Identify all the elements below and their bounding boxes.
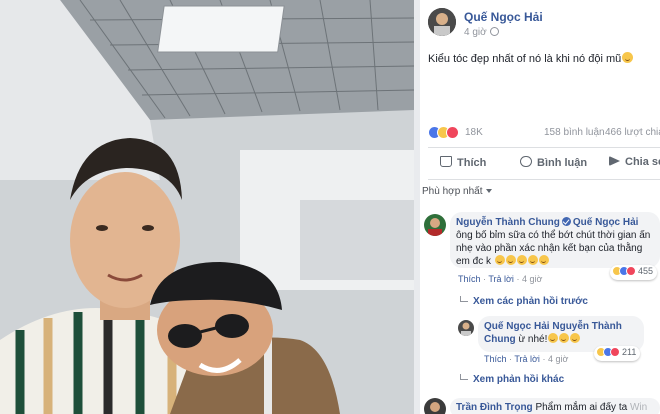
comment-text: ông bố bỉm sữa có thể bớt chút thời gian…	[456, 230, 651, 267]
comment-time[interactable]: 4 giờ	[522, 274, 542, 284]
comment-reaction-count: 455	[638, 266, 654, 276]
love-reaction-icon	[626, 266, 636, 276]
share-icon	[609, 156, 620, 166]
comment-like-link[interactable]: Thích	[458, 274, 481, 284]
love-reaction-icon	[446, 126, 459, 139]
post-action-bar: Thích Bình luận Chia sẻ	[428, 150, 660, 178]
comment-count[interactable]: 158 bình luận	[544, 127, 605, 138]
reply-like-link[interactable]: Thích	[484, 354, 507, 364]
reply-time[interactable]: 4 giờ	[548, 354, 568, 364]
divider	[428, 179, 660, 180]
like-button[interactable]: Thích	[440, 156, 486, 169]
share-button[interactable]: Chia sẻ	[609, 156, 660, 168]
reply-reply-link[interactable]: Trả lời	[514, 354, 540, 364]
divider	[428, 147, 660, 148]
reply-author-avatar[interactable]	[458, 320, 474, 336]
like-button-label: Thích	[457, 157, 487, 169]
view-more-replies-label: Xem phản hồi khác	[473, 374, 565, 385]
globe-icon	[489, 27, 499, 36]
comment-reactions[interactable]: 455	[610, 265, 658, 280]
comment-bubble: Trần Đình Trọng Phẩm mắm ai đấy ta Win	[450, 398, 660, 414]
emoji-row	[547, 333, 581, 345]
laughing-emoji-icon	[516, 255, 527, 265]
commenter-avatar[interactable]	[424, 398, 446, 414]
post-author-name[interactable]: Quế Ngọc Hải	[464, 10, 543, 24]
post-time[interactable]: 4 giờ	[464, 27, 487, 38]
avatar-image	[428, 8, 456, 36]
view-more-replies-link[interactable]: Xem phản hồi khác	[460, 374, 564, 385]
reply-reaction-count: 211	[622, 347, 637, 357]
comment-button-label: Bình luận	[537, 157, 588, 169]
post-timestamp[interactable]: 4 giờ	[464, 27, 499, 38]
facebook-post-viewer: Quế Ngọc Hải 4 giờ Kiểu tóc đẹp nhất of …	[0, 0, 660, 414]
laughing-emoji-icon	[494, 255, 505, 265]
laughing-emoji-icon	[538, 255, 549, 265]
love-reaction-icon	[610, 347, 620, 357]
post-panel: Quế Ngọc Hải 4 giờ Kiểu tóc đẹp nhất of …	[420, 0, 660, 414]
verified-icon	[561, 217, 571, 226]
comment-icon	[520, 156, 532, 167]
comment-mention[interactable]: Quế Ngọc Hải	[573, 217, 639, 228]
avatar-image	[458, 320, 474, 336]
watermark-text: Win	[629, 402, 648, 413]
comment-author[interactable]: Trần Đình Trọng	[456, 402, 533, 413]
commenter-avatar[interactable]	[424, 214, 446, 236]
comment-sort-dropdown[interactable]: Phù hợp nhất	[422, 186, 492, 197]
comment-text: Phẩm mắm ai đấy ta	[535, 402, 628, 413]
laughing-emoji-icon	[527, 255, 538, 265]
selfie-illustration	[0, 0, 414, 414]
reaction-count[interactable]: 18K	[465, 127, 483, 138]
laughing-emoji-icon	[559, 333, 570, 343]
post-header: Quế Ngọc Hải 4 giờ	[428, 8, 660, 40]
sort-label: Phù hợp nhất	[422, 186, 483, 197]
post-photo[interactable]	[0, 0, 414, 414]
reply-text: ừ nhé!	[518, 334, 548, 345]
avatar-image	[424, 398, 446, 414]
laughing-emoji-icon	[548, 333, 559, 343]
caret-down-icon	[485, 189, 492, 193]
laughing-emoji-icon	[570, 333, 581, 343]
laughing-emoji-icon	[505, 255, 516, 265]
reply-arrow-icon	[460, 374, 468, 380]
comment-author[interactable]: Nguyễn Thành Chung	[456, 217, 560, 228]
comment-button[interactable]: Bình luận	[520, 156, 587, 169]
post-stats: 18K 158 bình luận 466 lượt chia sẻ	[428, 126, 660, 142]
avatar-image	[424, 214, 446, 236]
view-previous-replies-label: Xem các phản hồi trước	[473, 296, 588, 307]
laughing-emoji-icon	[622, 52, 634, 63]
reply-footer: Thích · Trả lời · 4 giờ	[484, 354, 569, 364]
author-avatar[interactable]	[428, 8, 456, 36]
post-text-body: Kiểu tóc đẹp nhất of nó là khi nó đội mũ	[428, 53, 622, 65]
share-button-label: Chia sẻ	[625, 156, 660, 168]
post-text: Kiểu tóc đẹp nhất of nó là khi nó đội mũ	[428, 52, 634, 65]
view-previous-replies-link[interactable]: Xem các phản hồi trước	[460, 296, 588, 307]
comment-footer: Thích · Trả lời · 4 giờ	[458, 274, 543, 284]
reply-author[interactable]: Quế Ngọc Hải	[484, 321, 550, 332]
emoji-row	[494, 255, 549, 267]
comment-bubble: Nguyễn Thành Chung Quế Ngọc Hải ông bố bỉ…	[450, 212, 660, 268]
comment-reply-link[interactable]: Trả lời	[488, 274, 514, 284]
reply-arrow-icon	[460, 296, 468, 302]
share-count[interactable]: 466 lượt chia sẻ	[605, 127, 660, 138]
reply-reactions[interactable]: 211	[594, 346, 641, 361]
like-icon	[440, 156, 452, 167]
